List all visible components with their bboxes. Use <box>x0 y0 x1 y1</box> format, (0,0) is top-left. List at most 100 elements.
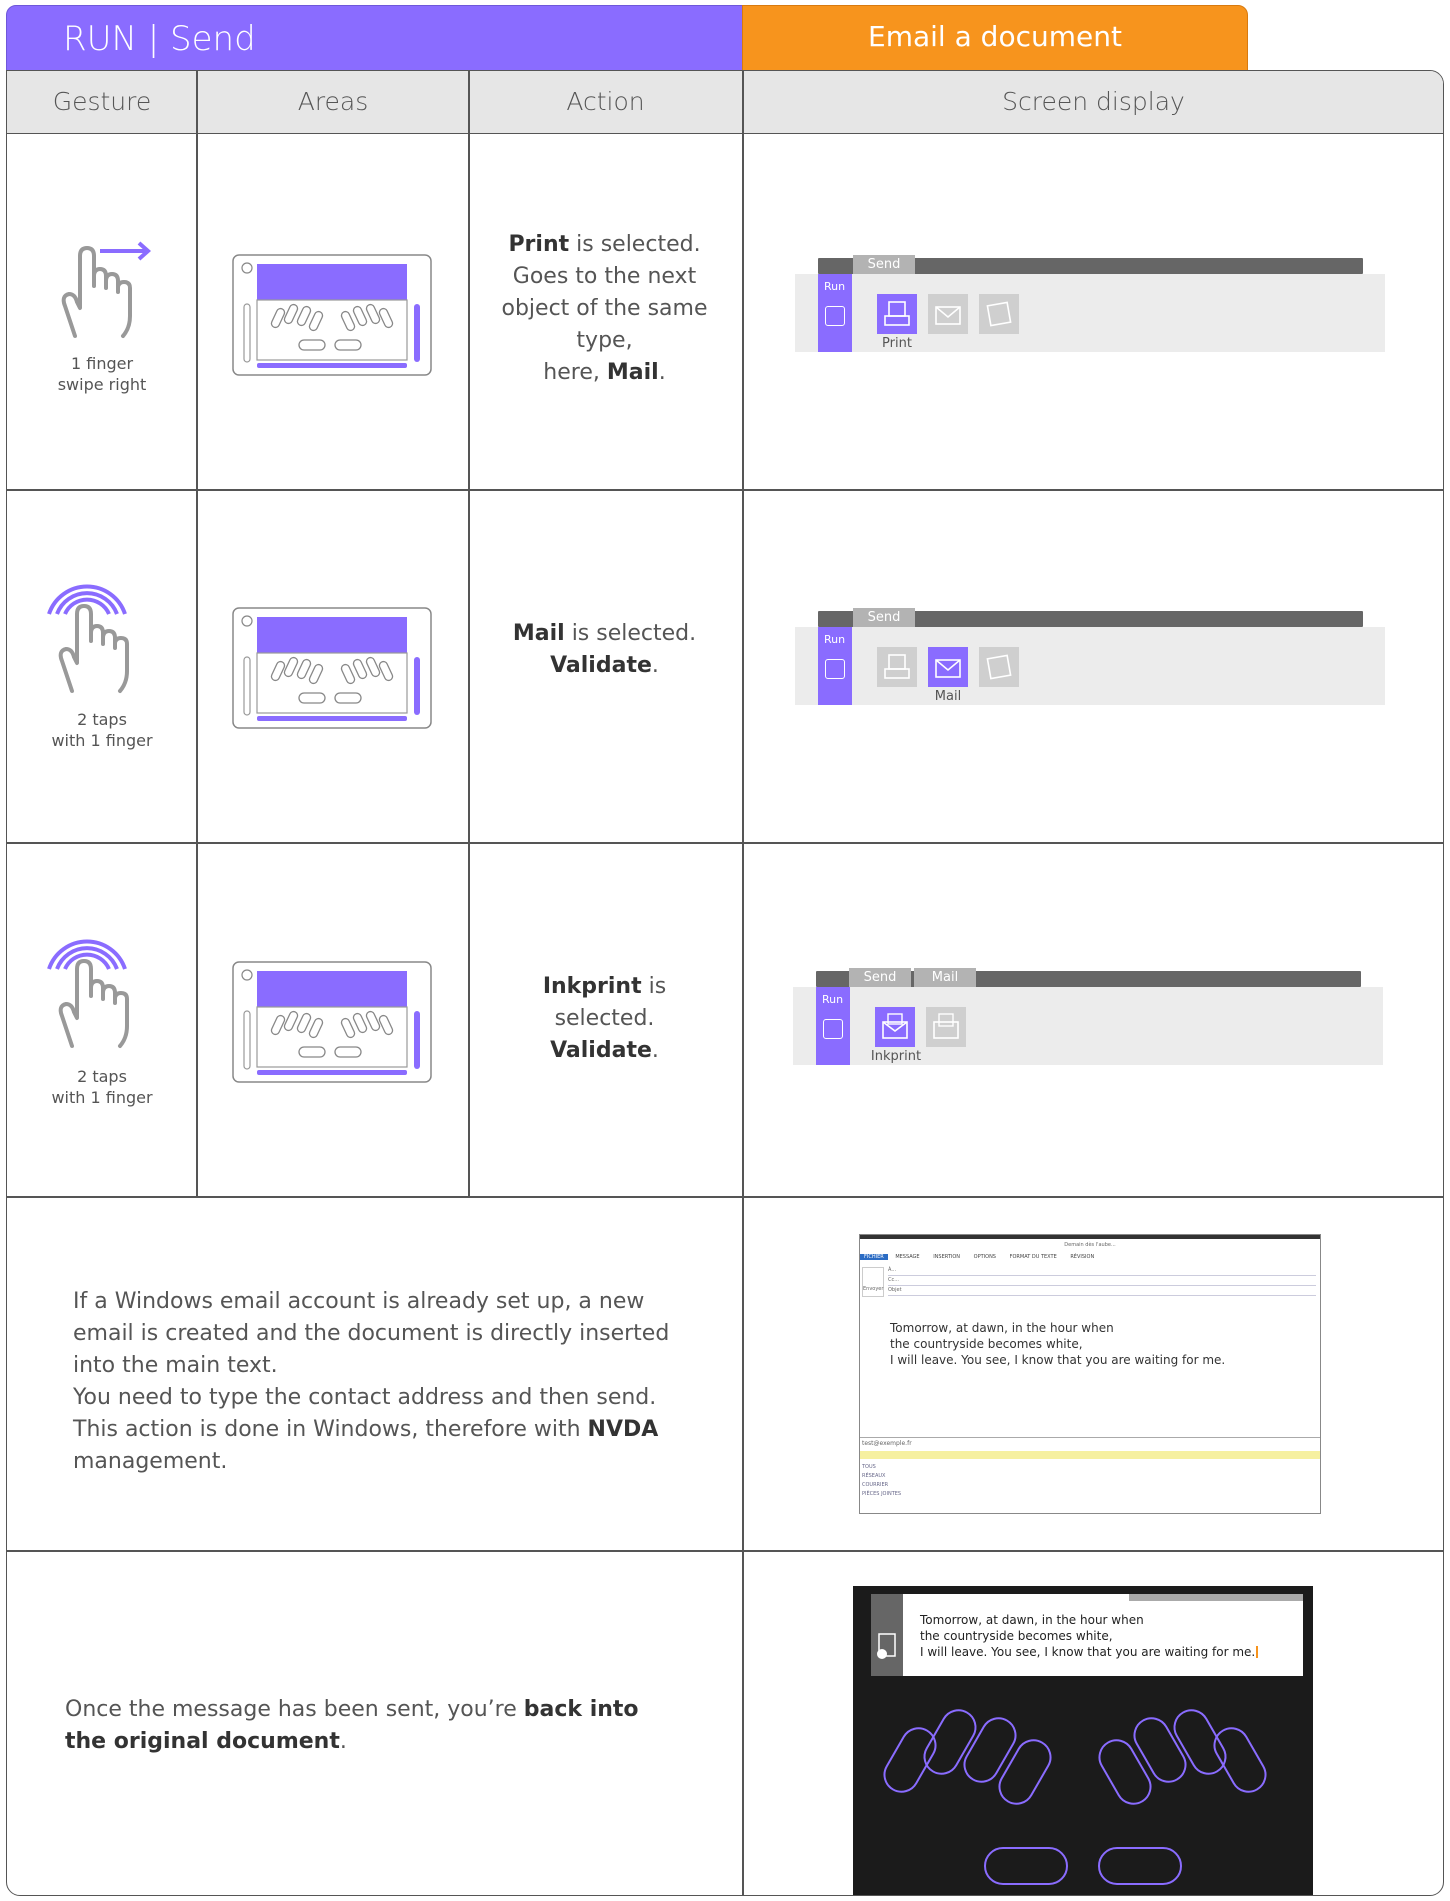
send-menu-screen: Send Run Print <box>795 255 1385 378</box>
people-pane-item[interactable]: RÉSEAUX <box>862 1472 901 1481</box>
braille-mail-icon <box>926 1007 966 1047</box>
email-window: Demain dès l'aube... FICHIER MESSAGE INS… <box>859 1234 1321 1514</box>
document-sidebar <box>871 1594 903 1676</box>
selected-item-label: Print <box>882 336 912 351</box>
description-keyword: NVDA <box>587 1417 659 1442</box>
description-text: If a Windows email account is already se… <box>73 1289 670 1378</box>
email-body-line: the countryside becomes white, <box>890 1337 1083 1351</box>
ribbon-tabs: FICHIER MESSAGE INSERTION OPTIONS FORMAT… <box>860 1251 1320 1263</box>
action-keyword: Print <box>508 232 570 257</box>
document-line: the countryside becomes white, <box>920 1629 1113 1643</box>
double-tap-gesture-icon <box>47 576 157 696</box>
email-body-line: Tomorrow, at dawn, in the hour when <box>890 1321 1114 1335</box>
ribbon-tab[interactable]: MESSAGE <box>889 1254 925 1260</box>
gesture-caption-line: 2 taps <box>77 1067 127 1086</box>
run-icon <box>825 306 845 326</box>
gesture-caption-line: 2 taps <box>77 710 127 729</box>
email-body[interactable]: Tomorrow, at dawn, in the hour when the … <box>890 1320 1310 1368</box>
subject-field[interactable]: Objet <box>888 1287 1316 1296</box>
selected-item-label: Inkprint <box>870 1049 922 1064</box>
ribbon-tab[interactable]: INSERTION <box>927 1254 966 1260</box>
gesture-caption-line: with 1 finger <box>51 731 153 750</box>
mail-icon <box>928 294 968 334</box>
people-pane-item[interactable]: COURRIER <box>862 1481 901 1490</box>
print-icon <box>877 294 917 334</box>
send-mail-menu-screen: Send Mail Run Inkprint <box>793 968 1383 1091</box>
gesture-caption-line: swipe right <box>57 375 147 394</box>
gesture-caption-line: with 1 finger <box>51 1088 153 1107</box>
inkprint-icon <box>979 647 1019 687</box>
print-icon <box>877 647 917 687</box>
description-text: . <box>339 1729 347 1754</box>
ribbon-tab[interactable]: FICHIER <box>860 1254 888 1260</box>
braille-device-screen: Tomorrow, at dawn, in the hour when the … <box>853 1586 1313 1895</box>
description-text: management. <box>73 1449 228 1474</box>
action-phrase: here, <box>543 360 607 385</box>
action-phrase: . <box>658 360 666 385</box>
inkprint-icon <box>979 294 1019 334</box>
row5-description: Once the message has been sent, you’re b… <box>65 1694 675 1758</box>
ribbon-tab[interactable]: OPTIONS <box>968 1254 1002 1260</box>
document-line: Tomorrow, at dawn, in the hour when <box>920 1613 1144 1627</box>
divider <box>860 1437 1320 1438</box>
inkprint-mail-icon <box>875 1007 915 1047</box>
divider <box>7 1196 1443 1198</box>
cc-field[interactable]: Cc... <box>888 1277 1316 1286</box>
swipe-right-gesture-icon <box>47 236 157 346</box>
send-button[interactable]: Envoyer <box>862 1267 884 1297</box>
section-title: RUN | Send <box>6 5 743 71</box>
tab-send: Send <box>853 608 915 627</box>
action-keyword: Validate <box>550 1038 652 1063</box>
action-phrase: is selected. <box>569 232 701 257</box>
action-keyword: Inkprint <box>542 974 642 999</box>
run-label: Run <box>824 633 846 646</box>
mail-icon <box>928 647 968 687</box>
send-menu-screen: Send Run Mail <box>795 608 1385 731</box>
people-pane-item[interactable]: PIÈCES JOINTES <box>862 1490 901 1499</box>
run-panel: Run <box>816 987 850 1065</box>
col-gesture: Gesture <box>52 87 152 116</box>
selected-item-label: Mail <box>934 689 962 704</box>
text-cursor <box>1256 1646 1259 1658</box>
divider <box>7 1550 1443 1552</box>
document-line: I will leave. You see, I know that you a… <box>920 1645 1256 1659</box>
ribbon-tab[interactable]: FORMAT DU TEXTE <box>1004 1254 1063 1260</box>
action-phrase: . <box>651 653 659 678</box>
table-header: Gesture Areas Action Screen display <box>7 71 1443 134</box>
ribbon-tab[interactable]: RÉVISION <box>1064 1254 1100 1260</box>
description-text: You need to type the contact address and… <box>73 1385 657 1442</box>
action-phrase: . <box>651 1038 659 1063</box>
run-label: Run <box>822 993 844 1006</box>
divider <box>7 842 1443 844</box>
window-title: Demain dès l'aube... <box>1064 1242 1116 1248</box>
sender-address: test@exemple.fr <box>862 1440 912 1447</box>
action-keyword: Mail <box>606 360 659 385</box>
col-action: Action <box>566 87 645 116</box>
gesture-caption-line: 1 finger <box>70 354 134 373</box>
people-pane-item[interactable]: TOUS <box>862 1463 901 1472</box>
people-pane-menu: TOUS RÉSEAUX COURRIER PIÈCES JOINTES <box>862 1463 901 1499</box>
instruction-table: Gesture Areas Action Screen display 1 fi… <box>6 70 1444 1896</box>
col-screen: Screen display <box>1002 87 1185 116</box>
gesture-caption: 2 taps with 1 finger <box>27 709 177 751</box>
divider <box>7 489 1443 491</box>
gesture-caption: 1 finger swipe right <box>27 353 177 395</box>
topic-tab: Email a document <box>742 5 1248 71</box>
action-text: Mail is selected. Validate. <box>497 618 712 682</box>
action-keyword: Validate <box>550 653 652 678</box>
run-icon <box>825 659 845 679</box>
to-field[interactable]: À... <box>888 1267 1316 1276</box>
divider <box>468 71 470 1196</box>
action-phrase: Goes to the next object of the same type… <box>501 264 708 353</box>
tab-send: Send <box>853 255 915 274</box>
device-areas-diagram <box>232 254 432 376</box>
divider <box>742 71 744 1895</box>
action-keyword: Mail <box>512 621 565 646</box>
action-text: Print is selected. Goes to the next obje… <box>497 229 712 389</box>
double-tap-gesture-icon <box>47 931 157 1051</box>
device-areas-diagram <box>232 961 432 1083</box>
run-panel: Run <box>818 627 852 705</box>
run-panel: Run <box>818 274 852 352</box>
device-areas-diagram <box>232 607 432 729</box>
status-strip <box>1129 1594 1303 1601</box>
